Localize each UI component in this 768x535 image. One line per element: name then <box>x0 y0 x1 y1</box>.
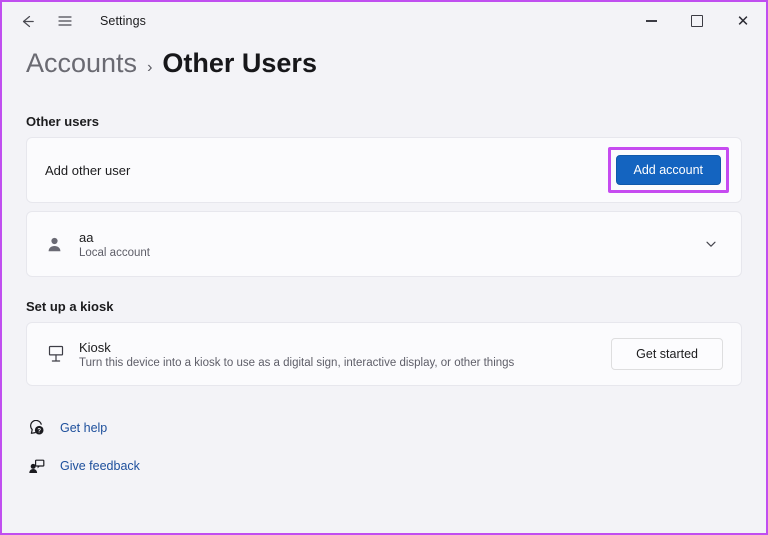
window-controls: ✕ <box>628 2 766 40</box>
kiosk-description: Turn this device into a kiosk to use as … <box>79 357 611 369</box>
add-other-user-row: Add other user Add account <box>26 137 742 203</box>
settings-page: Accounts › Other Users Other users Add o… <box>2 40 766 482</box>
kiosk-row: Kiosk Turn this device into a kiosk to u… <box>26 322 742 386</box>
settings-window: Settings ✕ Accounts › Other Users Other … <box>0 0 768 535</box>
add-account-button[interactable]: Add account <box>616 155 722 186</box>
account-type: Local account <box>79 247 699 259</box>
section-heading-other-users: Other users <box>26 114 742 129</box>
give-feedback-link[interactable]: Give feedback <box>26 450 742 482</box>
page-title: Other Users <box>162 48 317 79</box>
breadcrumb-separator-icon: › <box>147 59 152 77</box>
person-icon <box>45 235 79 254</box>
hamburger-menu-icon[interactable] <box>48 6 82 36</box>
section-heading-kiosk: Set up a kiosk <box>26 299 742 314</box>
kiosk-title: Kiosk <box>79 340 611 355</box>
account-name: aa <box>79 230 699 245</box>
breadcrumb-parent-accounts[interactable]: Accounts <box>26 48 137 79</box>
maximize-icon[interactable] <box>674 2 720 40</box>
svg-text:?: ? <box>37 428 41 434</box>
account-row-aa[interactable]: aa Local account <box>26 211 742 277</box>
back-arrow-icon[interactable] <box>10 6 44 36</box>
add-other-user-label: Add other user <box>45 163 608 178</box>
add-account-highlight-box: Add account <box>608 147 730 194</box>
help-question-icon: ? <box>26 420 46 437</box>
chevron-down-icon[interactable] <box>699 237 723 251</box>
close-icon[interactable]: ✕ <box>720 2 766 40</box>
app-title: Settings <box>100 14 146 28</box>
get-help-link[interactable]: ? Get help <box>26 412 742 444</box>
breadcrumb: Accounts › Other Users <box>26 40 742 98</box>
title-bar: Settings ✕ <box>2 2 766 40</box>
minimize-icon[interactable] <box>628 2 674 40</box>
give-feedback-label: Give feedback <box>60 459 140 473</box>
feedback-person-icon <box>26 458 46 475</box>
get-help-label: Get help <box>60 421 107 435</box>
get-started-button[interactable]: Get started <box>611 338 723 371</box>
kiosk-display-icon <box>45 343 79 365</box>
footer-links: ? Get help Give feedback <box>26 412 742 482</box>
